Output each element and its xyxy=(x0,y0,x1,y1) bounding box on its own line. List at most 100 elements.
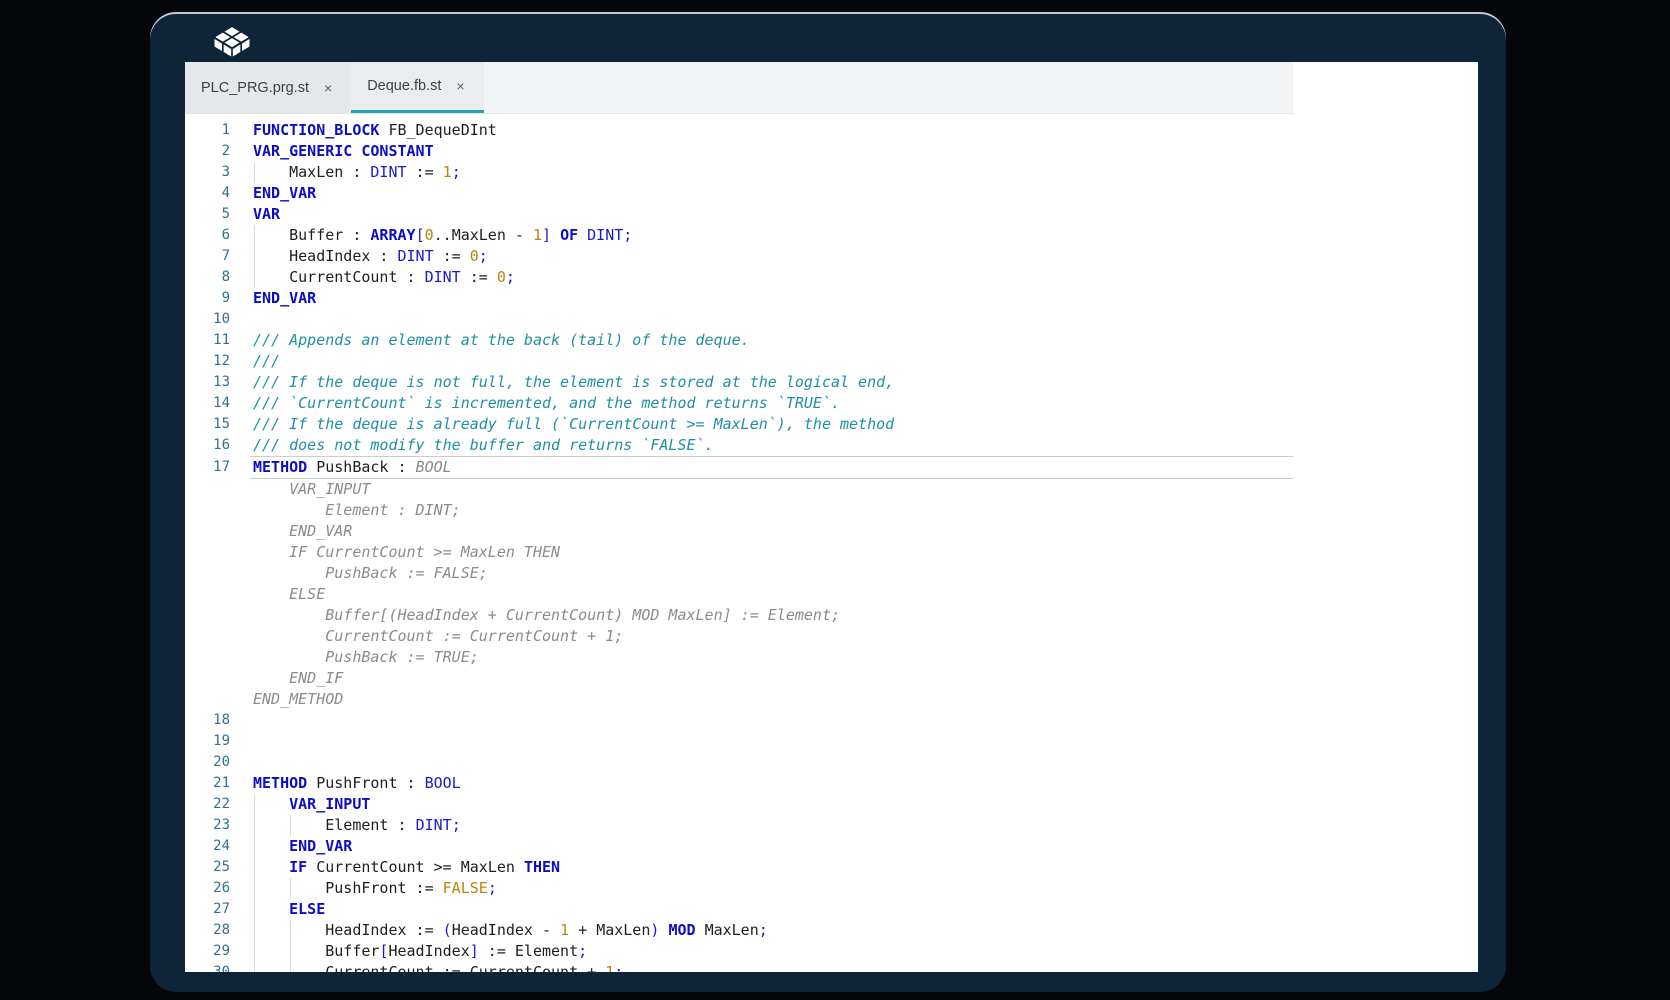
code-line[interactable]: 2VAR_GENERIC CONSTANT xyxy=(185,141,1293,162)
code-text: CurrentCount := CurrentCount + 1; xyxy=(230,626,623,647)
line-number: 20 xyxy=(185,752,230,773)
code-line[interactable]: ELSE xyxy=(185,584,1293,605)
tab-bar: PLC_PRG.prg.st × Deque.fb.st × xyxy=(185,62,1293,114)
code-line[interactable]: PushBack := TRUE; xyxy=(185,647,1293,668)
blocks-cube-icon xyxy=(212,25,252,61)
code-text: Buffer[HeadIndex] := Element; xyxy=(230,941,587,962)
line-number: 4 xyxy=(185,183,230,204)
indent-guide xyxy=(254,941,255,962)
code-line[interactable]: 30 CurrentCount := CurrentCount + 1; xyxy=(185,962,1293,972)
line-number: 8 xyxy=(185,267,230,288)
tab-deque[interactable]: Deque.fb.st × xyxy=(351,62,483,113)
code-line[interactable]: 6 Buffer : ARRAY[0..MaxLen - 1] OF DINT; xyxy=(185,225,1293,246)
code-text: Element : DINT; xyxy=(230,815,461,836)
code-line[interactable]: END_IF xyxy=(185,668,1293,689)
code-text: /// Appends an element at the back (tail… xyxy=(230,330,750,351)
code-line[interactable]: 29 Buffer[HeadIndex] := Element; xyxy=(185,941,1293,962)
line-number: 15 xyxy=(185,414,230,435)
close-icon[interactable]: × xyxy=(453,77,467,95)
code-text: ELSE xyxy=(230,899,325,920)
code-line[interactable]: END_METHOD xyxy=(185,689,1293,710)
line-number: 27 xyxy=(185,899,230,920)
code-line[interactable]: 26 PushFront := FALSE; xyxy=(185,878,1293,899)
code-line[interactable]: 24 END_VAR xyxy=(185,836,1293,857)
indent-guide xyxy=(290,878,291,899)
line-number: 13 xyxy=(185,372,230,393)
window-header xyxy=(150,12,1506,62)
code-text: HeadIndex := (HeadIndex - 1 + MaxLen) MO… xyxy=(230,920,768,941)
indent-guide xyxy=(254,794,255,815)
code-line[interactable]: 19 xyxy=(185,731,1293,752)
code-line[interactable]: 28 HeadIndex := (HeadIndex - 1 + MaxLen)… xyxy=(185,920,1293,941)
tab-label: PLC_PRG.prg.st xyxy=(201,80,309,96)
code-line[interactable]: PushBack := FALSE; xyxy=(185,563,1293,584)
code-line[interactable]: 5VAR xyxy=(185,204,1293,225)
code-line[interactable]: 15/// If the deque is already full (`Cur… xyxy=(185,414,1293,435)
code-line[interactable]: 4END_VAR xyxy=(185,183,1293,204)
line-number: 18 xyxy=(185,710,230,731)
code-line[interactable]: CurrentCount := CurrentCount + 1; xyxy=(185,626,1293,647)
line-number: 30 xyxy=(185,962,230,972)
code-line[interactable]: 17METHOD PushBack : BOOL xyxy=(185,457,1293,478)
code-line[interactable]: 9END_VAR xyxy=(185,288,1293,309)
code-text: IF CurrentCount >= MaxLen THEN xyxy=(230,542,560,563)
code-line[interactable]: Element : DINT; xyxy=(185,500,1293,521)
code-line[interactable]: 11/// Appends an element at the back (ta… xyxy=(185,330,1293,351)
code-line[interactable]: 16/// does not modify the buffer and ret… xyxy=(185,435,1293,456)
code-line[interactable]: 10 xyxy=(185,309,1293,330)
code-line[interactable]: 27 ELSE xyxy=(185,899,1293,920)
code-line[interactable]: 20 xyxy=(185,752,1293,773)
code-text: VAR_INPUT xyxy=(230,479,370,500)
code-line[interactable]: 14/// `CurrentCount` is incremented, and… xyxy=(185,393,1293,414)
line-number: 11 xyxy=(185,330,230,351)
code-text: CurrentCount : DINT := 0; xyxy=(230,267,515,288)
code-text: /// does not modify the buffer and retur… xyxy=(230,435,714,456)
code-line[interactable]: Buffer[(HeadIndex + CurrentCount) MOD Ma… xyxy=(185,605,1293,626)
indent-guide xyxy=(290,962,291,972)
code-text: PushBack := TRUE; xyxy=(230,647,479,668)
code-line[interactable]: 23 Element : DINT; xyxy=(185,815,1293,836)
code-text: /// `CurrentCount` is incremented, and t… xyxy=(230,393,840,414)
code-line[interactable]: 21METHOD PushFront : BOOL xyxy=(185,773,1293,794)
line-number: 1 xyxy=(185,120,230,141)
close-icon[interactable]: × xyxy=(321,79,335,97)
code-text: METHOD PushBack : BOOL xyxy=(230,457,452,478)
code-line[interactable]: 22 VAR_INPUT xyxy=(185,794,1293,815)
code-line[interactable]: 7 HeadIndex : DINT := 0; xyxy=(185,246,1293,267)
line-number: 23 xyxy=(185,815,230,836)
code-line[interactable]: 8 CurrentCount : DINT := 0; xyxy=(185,267,1293,288)
line-number: 29 xyxy=(185,941,230,962)
code-line[interactable]: 1FUNCTION_BLOCK FB_DequeDInt xyxy=(185,120,1293,141)
desktop-background: PLC_PRG.prg.st × Deque.fb.st × 1FUNCTION… xyxy=(0,0,1670,1000)
line-number: 12 xyxy=(185,351,230,372)
code-line[interactable]: 25 IF CurrentCount >= MaxLen THEN xyxy=(185,857,1293,878)
indent-guide xyxy=(254,267,255,288)
editor-content-area: PLC_PRG.prg.st × Deque.fb.st × 1FUNCTION… xyxy=(185,62,1478,972)
indent-guide xyxy=(254,899,255,920)
line-number: 24 xyxy=(185,836,230,857)
indent-guide xyxy=(254,162,255,183)
line-number: 22 xyxy=(185,794,230,815)
line-number: 21 xyxy=(185,773,230,794)
code-text: VAR_INPUT xyxy=(230,794,370,815)
indent-guide xyxy=(290,941,291,962)
indent-guide xyxy=(254,878,255,899)
code-line[interactable]: VAR_INPUT xyxy=(185,479,1293,500)
code-editor[interactable]: 1FUNCTION_BLOCK FB_DequeDInt2VAR_GENERIC… xyxy=(185,114,1293,972)
code-text: END_VAR xyxy=(230,288,316,309)
code-line[interactable]: 18 xyxy=(185,710,1293,731)
line-number: 5 xyxy=(185,204,230,225)
code-line[interactable]: 13/// If the deque is not full, the elem… xyxy=(185,372,1293,393)
code-text: /// If the deque is already full (`Curre… xyxy=(230,414,894,435)
line-number: 25 xyxy=(185,857,230,878)
tab-plc-prg[interactable]: PLC_PRG.prg.st × xyxy=(185,62,351,113)
code-line[interactable]: IF CurrentCount >= MaxLen THEN xyxy=(185,542,1293,563)
code-text: END_METHOD xyxy=(230,689,343,710)
line-number: 28 xyxy=(185,920,230,941)
code-line[interactable]: 12/// xyxy=(185,351,1293,372)
code-line[interactable]: END_VAR xyxy=(185,521,1293,542)
code-text: Buffer : ARRAY[0..MaxLen - 1] OF DINT; xyxy=(230,225,632,246)
indent-guide xyxy=(290,815,291,836)
code-text: METHOD PushFront : BOOL xyxy=(230,773,461,794)
code-line[interactable]: 3 MaxLen : DINT := 1; xyxy=(185,162,1293,183)
